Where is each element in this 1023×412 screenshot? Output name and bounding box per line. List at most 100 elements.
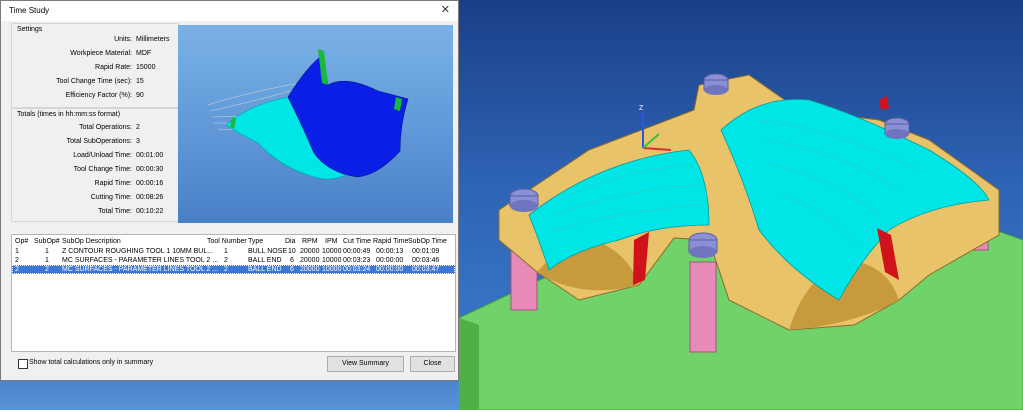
cell-type: BULL NOSE bbox=[248, 248, 288, 255]
total-label: Tool Change Time: bbox=[73, 166, 132, 173]
operations-table[interactable]: Op# SubOp# SubOp Description Tool Number… bbox=[11, 234, 456, 352]
totals-row-operations: Total Operations: 2 bbox=[12, 124, 178, 136]
red-cut-face bbox=[879, 96, 889, 110]
cell-type: BALL END bbox=[248, 266, 282, 273]
close-icon[interactable]: ✕ bbox=[441, 3, 450, 16]
cell-cut-time: 00:03:24 bbox=[343, 266, 371, 273]
table-row[interactable]: 1 1 Z CONTOUR ROUGHING TOOL 1 10MM BUL..… bbox=[12, 247, 455, 256]
total-value: 3 bbox=[136, 138, 140, 145]
cell-subop: 1 bbox=[45, 248, 49, 255]
table-header: Op# SubOp# SubOp Description Tool Number… bbox=[12, 237, 455, 246]
col-header[interactable]: Tool Number bbox=[207, 237, 247, 246]
totals-group: Totals (times in hh:mm:ss format) Total … bbox=[11, 108, 179, 222]
3d-viewport[interactable]: Z bbox=[458, 0, 1023, 411]
col-header[interactable]: Rapid Time bbox=[373, 237, 408, 246]
total-value: 00:00:16 bbox=[136, 180, 164, 187]
setting-label: Units: bbox=[114, 36, 132, 43]
col-header[interactable]: Dia bbox=[285, 237, 296, 246]
cell-tool-number: 1 bbox=[224, 248, 228, 255]
cell-dia: 6 bbox=[290, 266, 294, 273]
total-label: Total Time: bbox=[98, 208, 132, 215]
col-header[interactable]: Op# bbox=[15, 237, 28, 246]
col-header[interactable]: RPM bbox=[302, 237, 318, 246]
toolpath-preview[interactable] bbox=[178, 25, 453, 223]
cell-ipm: 10000 bbox=[322, 257, 342, 264]
col-header[interactable]: SubOp Description bbox=[62, 237, 121, 246]
view-summary-button[interactable]: View Summary bbox=[327, 356, 404, 372]
cell-rpm: 20000 bbox=[300, 266, 320, 273]
total-value: 2 bbox=[136, 124, 140, 131]
col-header[interactable]: Cut Time bbox=[343, 237, 371, 246]
settings-row-rapid-rate: Rapid Rate: 15000 bbox=[12, 64, 178, 76]
total-label: Rapid Time: bbox=[94, 180, 132, 187]
settings-row-efficiency: Efficiency Factor (%): 90 bbox=[12, 92, 178, 104]
totals-row-load-unload: Load/Unload Time: 00:01:00 bbox=[12, 152, 178, 164]
cell-subop-time: 00:01:09 bbox=[412, 248, 440, 255]
col-header[interactable]: SubOp Time bbox=[408, 237, 447, 246]
summary-only-checkbox-label[interactable]: Show total calculations only in summary bbox=[29, 359, 153, 366]
setting-value: 15000 bbox=[136, 64, 156, 71]
total-value: 00:08:26 bbox=[136, 194, 164, 201]
3d-scene: Z bbox=[458, 73, 1023, 411]
cell-description: Z CONTOUR ROUGHING TOOL 1 10MM BUL... bbox=[62, 248, 214, 255]
totals-row-rapid: Rapid Time: 00:00:16 bbox=[12, 180, 178, 192]
setting-label: Rapid Rate: bbox=[95, 64, 132, 71]
cell-dia: 10 bbox=[288, 248, 296, 255]
cell-subop-time: 00:03:46 bbox=[412, 257, 440, 264]
total-label: Cutting Time: bbox=[90, 194, 132, 201]
cell-description: MC SURFACES - PARAMETER LINES TOOL 2 ... bbox=[62, 257, 219, 264]
support-post bbox=[689, 261, 717, 353]
total-label: Load/Unload Time: bbox=[73, 152, 132, 159]
setting-value: 15 bbox=[136, 78, 144, 85]
settings-row-units: Units: Millimeters bbox=[12, 36, 178, 48]
cell-op: 2 bbox=[15, 266, 19, 273]
settings-group: Settings Units: Millimeters Workpiece Ma… bbox=[11, 23, 179, 108]
totals-row-tool-change: Tool Change Time: 00:00:30 bbox=[12, 166, 178, 178]
cell-tool-number: 2 bbox=[224, 266, 228, 273]
preview-render bbox=[207, 49, 409, 180]
setting-label: Tool Change Time (sec): bbox=[56, 78, 132, 85]
clamp-bolt bbox=[688, 232, 718, 258]
setting-label: Efficiency Factor (%): bbox=[65, 92, 132, 99]
total-label: Total SubOperations: bbox=[66, 138, 132, 145]
dialog-title: Time Study bbox=[9, 6, 50, 15]
table-row[interactable]: 2 1 MC SURFACES - PARAMETER LINES TOOL 2… bbox=[12, 256, 455, 265]
col-header[interactable]: SubOp# bbox=[34, 237, 60, 246]
table-row-selected[interactable]: 2 2 MC SURFACES - PARAMETER LINES TOOL 2… bbox=[12, 265, 455, 274]
totals-row-cutting: Cutting Time: 00:08:26 bbox=[12, 194, 178, 206]
cell-rpm: 20000 bbox=[300, 257, 320, 264]
totals-row-suboperations: Total SubOperations: 3 bbox=[12, 138, 178, 150]
cell-cut-time: 00:03:23 bbox=[343, 257, 371, 264]
cell-op: 1 bbox=[15, 248, 19, 255]
summary-only-checkbox[interactable] bbox=[18, 359, 28, 369]
settings-row-material: Workpiece Material: MDF bbox=[12, 50, 178, 62]
clamp-bolt bbox=[703, 73, 729, 95]
title-bar: Time Study ✕ bbox=[1, 1, 458, 21]
total-value: 00:10:22 bbox=[136, 208, 164, 215]
axis-label-z: Z bbox=[639, 105, 644, 112]
cell-op: 2 bbox=[15, 257, 19, 264]
settings-group-title: Settings bbox=[17, 26, 43, 33]
cell-ipm: 10000 bbox=[322, 266, 342, 273]
cell-description: MC SURFACES - PARAMETER LINES TOOL 2 ... bbox=[62, 266, 219, 273]
cell-subop: 1 bbox=[45, 257, 49, 264]
total-value: 00:01:00 bbox=[136, 152, 164, 159]
cell-subop: 2 bbox=[45, 266, 49, 273]
close-button[interactable]: Close bbox=[410, 356, 455, 372]
cell-subop-time: 00:03:47 bbox=[412, 266, 440, 273]
total-value: 00:00:30 bbox=[136, 166, 164, 173]
clamp-bolt bbox=[509, 188, 539, 212]
cell-dia: 6 bbox=[290, 257, 294, 264]
totals-group-title: Totals (times in hh:mm:ss format) bbox=[17, 111, 121, 118]
machine-table-edge bbox=[459, 318, 479, 410]
col-header[interactable]: IPM bbox=[325, 237, 337, 246]
cell-tool-number: 2 bbox=[224, 257, 228, 264]
clamp-bolt bbox=[884, 117, 910, 139]
setting-value: 90 bbox=[136, 92, 144, 99]
totals-row-total: Total Time: 00:10:22 bbox=[12, 208, 178, 220]
cell-rapid-time: 00:00:13 bbox=[376, 248, 404, 255]
total-label: Total Operations: bbox=[79, 124, 132, 131]
cell-ipm: 10000 bbox=[322, 248, 342, 255]
cell-type: BALL END bbox=[248, 257, 282, 264]
col-header[interactable]: Type bbox=[248, 237, 263, 246]
